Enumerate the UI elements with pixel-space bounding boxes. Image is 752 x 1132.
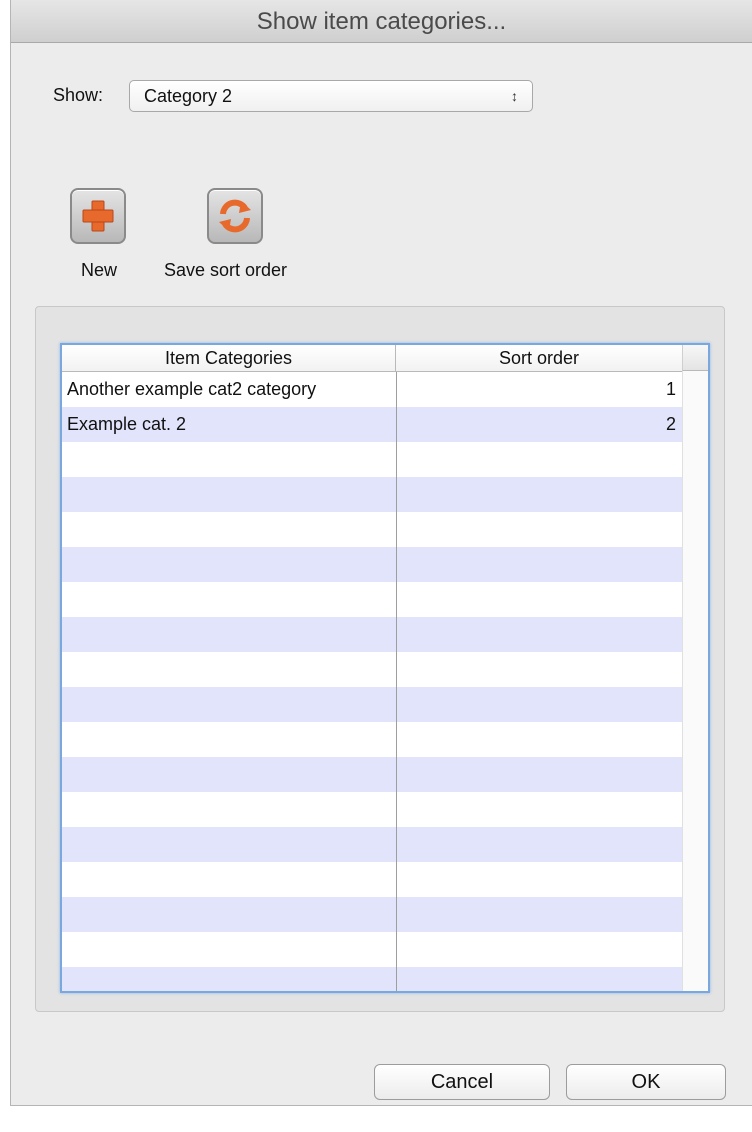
cell-item-category — [62, 652, 396, 687]
save-sort-order-label: Save sort order — [164, 260, 288, 280]
cell-item-category: Example cat. 2 — [67, 414, 187, 434]
cell-sort-order — [396, 547, 682, 582]
cell-item-category — [62, 687, 396, 722]
table-row[interactable] — [62, 827, 682, 862]
cell-item-category — [62, 547, 396, 582]
table-row[interactable] — [62, 967, 682, 991]
show-label: Show: — [53, 85, 104, 105]
cell-sort-order: 1 — [665, 379, 676, 399]
cell-sort-order — [396, 722, 682, 757]
cell-item-category: Another example cat2 category — [67, 379, 317, 399]
dialog-window: Show item categories... Show: Category 2… — [10, 0, 752, 1106]
cell-item-category — [62, 617, 396, 652]
cell-sort-order — [396, 442, 682, 477]
table-row[interactable] — [62, 477, 682, 512]
ok-button[interactable]: OK — [566, 1064, 726, 1100]
cell-sort-order — [396, 967, 682, 991]
save-sort-order-button[interactable] — [207, 188, 263, 244]
table-row[interactable] — [62, 897, 682, 932]
scrollbar[interactable] — [682, 371, 708, 991]
table-header: Item Categories Sort order — [62, 345, 682, 372]
cell-item-category — [62, 827, 396, 862]
cell-item-category — [62, 967, 396, 991]
cell-sort-order — [396, 512, 682, 547]
window-title: Show item categories... — [11, 0, 752, 43]
table-row[interactable] — [62, 722, 682, 757]
cell-sort-order — [396, 827, 682, 862]
cell-sort-order — [396, 862, 682, 897]
column-header-item-categories[interactable]: Item Categories — [62, 345, 396, 371]
plus-icon — [82, 200, 114, 232]
cell-item-category — [62, 897, 396, 932]
table-row[interactable] — [62, 547, 682, 582]
cell-item-category — [62, 477, 396, 512]
cell-sort-order: 2 — [665, 414, 676, 434]
table-row[interactable] — [62, 582, 682, 617]
cell-sort-order — [396, 687, 682, 722]
cell-sort-order — [396, 792, 682, 827]
table-panel: Item Categories Sort order Another examp… — [35, 306, 725, 1012]
category-select-value: Category 2 — [144, 86, 233, 106]
table-row[interactable] — [62, 862, 682, 897]
cell-item-category — [62, 722, 396, 757]
cell-item-category — [62, 582, 396, 617]
table-row[interactable] — [62, 687, 682, 722]
cell-item-category — [62, 862, 396, 897]
cell-sort-order — [396, 617, 682, 652]
cell-sort-order — [396, 897, 682, 932]
category-select[interactable]: Category 2 ↕ — [129, 80, 533, 112]
categories-table[interactable]: Item Categories Sort order Another examp… — [60, 343, 710, 993]
refresh-icon — [219, 199, 251, 233]
cell-sort-order — [396, 932, 682, 967]
table-row[interactable] — [62, 757, 682, 792]
table-body: Another example cat2 category 1 Example ca… — [62, 372, 682, 991]
column-header-sort-order[interactable]: Sort order — [396, 345, 682, 371]
new-label: New — [81, 260, 118, 280]
cell-item-category — [62, 792, 396, 827]
cell-sort-order — [396, 477, 682, 512]
table-row[interactable] — [62, 932, 682, 967]
cell-sort-order — [396, 582, 682, 617]
new-button[interactable] — [70, 188, 126, 244]
table-row[interactable] — [62, 652, 682, 687]
table-row[interactable]: Example cat. 2 2 — [62, 407, 682, 442]
table-row[interactable] — [62, 442, 682, 477]
cell-item-category — [62, 932, 396, 967]
cell-sort-order — [396, 652, 682, 687]
table-row[interactable]: Another example cat2 category 1 — [62, 372, 682, 407]
cell-item-category — [62, 512, 396, 547]
updown-arrows-icon: ↕ — [511, 88, 518, 104]
table-row[interactable] — [62, 512, 682, 547]
table-row[interactable] — [62, 617, 682, 652]
cell-item-category — [62, 442, 396, 477]
cell-sort-order — [396, 757, 682, 792]
column-divider — [396, 372, 397, 991]
header-corner — [682, 345, 708, 371]
cancel-button[interactable]: Cancel — [374, 1064, 550, 1100]
cell-item-category — [62, 757, 396, 792]
table-row[interactable] — [62, 792, 682, 827]
